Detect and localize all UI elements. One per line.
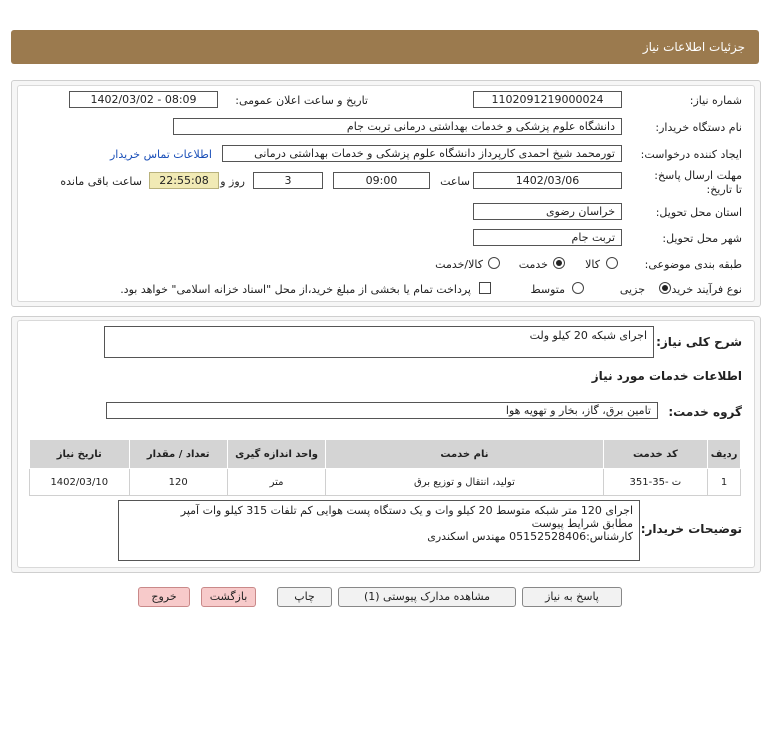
page-title: جزئیات اطلاعات نیاز	[642, 40, 745, 54]
creator-field: تورمحمد شیخ احمدی کارپرداز دانشگاه علوم …	[222, 145, 622, 162]
col-unit: واحد اندازه گیری	[226, 439, 327, 469]
services-heading: اطلاعات خدمات مورد نیاز	[591, 369, 742, 383]
announce-label: تاریخ و ساعت اعلان عمومی:	[235, 94, 368, 107]
remaining-time-label: ساعت باقی مانده	[60, 175, 142, 188]
buyer-field: دانشگاه علوم پزشکی و خدمات بهداشتی درمان…	[173, 118, 622, 135]
need-number-label: شماره نیاز:	[689, 94, 742, 107]
category-option-service: خدمت	[518, 258, 548, 271]
deadline-time-label: ساعت	[440, 175, 470, 188]
city-field: تربت جام	[473, 229, 622, 246]
cell-code: ت -35-351	[602, 468, 709, 496]
summary-field: اجرای شبکه 20 کیلو ولت	[104, 326, 654, 358]
purchase-option-medium: متوسط	[530, 283, 565, 296]
summary-label: شرح کلی نیاز:	[656, 335, 742, 349]
purchase-label: نوع فرآیند خرید :	[664, 283, 742, 296]
buyer-label: نام دستگاه خریدار:	[655, 121, 742, 134]
deadline-days-label: روز و	[220, 175, 245, 188]
services-table: ردیف کد خدمت نام خدمت واحد اندازه گیری ت…	[29, 439, 741, 496]
buyer-notes-line-3: کارشناس:05152528406 مهندس اسکندری	[427, 530, 633, 543]
buyer-notes-label: توضیحات خریدار:	[640, 522, 742, 536]
category-radio-goods-service[interactable]	[488, 257, 500, 269]
purchase-radio-medium[interactable]	[572, 282, 584, 294]
category-radio-goods[interactable]	[606, 257, 618, 269]
buyer-notes-line-1: اجرای 120 متر شبکه متوسط 20 کیلو وات و ی…	[180, 504, 633, 517]
service-group-field: تامین برق، گاز، بخار و تهویه هوا	[106, 402, 658, 419]
reply-button[interactable]: پاسخ به نیاز	[522, 587, 622, 607]
cell-qty: 120	[128, 468, 228, 496]
buyer-contact-link[interactable]: اطلاعات تماس خریدار	[110, 148, 212, 161]
buyer-notes-field: اجرای 120 متر شبکه متوسط 20 کیلو وات و ی…	[118, 500, 640, 561]
attachments-button[interactable]: مشاهده مدارک پیوستی (1)	[338, 587, 516, 607]
treasury-note: پرداخت تمام یا بخشی از مبلغ خرید،از محل …	[120, 283, 471, 296]
purchase-option-minor: جزیی	[619, 283, 645, 296]
buyer-notes-line-2: مطابق شرایط پیوست	[531, 517, 633, 530]
province-field: خراسان رضوی	[473, 203, 622, 220]
category-option-goods-service: کالا/خدمت	[435, 258, 483, 271]
remaining-time-field: 22:55:08	[149, 172, 219, 189]
category-option-goods: کالا	[585, 258, 600, 271]
service-group-label: گروه خدمت:	[668, 405, 742, 419]
treasury-checkbox[interactable]	[479, 282, 491, 294]
cell-name: تولید، انتقال و توزیع برق	[325, 468, 604, 496]
deadline-label: مهلت ارسال پاسخ: تا تاریخ:	[654, 169, 742, 196]
deadline-time-field: 09:00	[333, 172, 430, 189]
category-label: طبقه بندی موضوعی:	[644, 258, 742, 271]
table-header-row: ردیف کد خدمت نام خدمت واحد اندازه گیری ت…	[29, 439, 741, 469]
summary-text: اجرای شبکه 20 کیلو ولت	[529, 329, 647, 342]
page-header: جزئیات اطلاعات نیاز	[11, 30, 759, 64]
col-name: نام خدمت	[325, 439, 604, 469]
purchase-radio-minor[interactable]	[659, 282, 671, 294]
back-button[interactable]: بازگشت	[201, 587, 256, 607]
cell-row: 1	[707, 468, 741, 496]
category-radio-service[interactable]	[553, 257, 565, 269]
exit-button[interactable]: خروج	[138, 587, 190, 607]
services-table-wrap: ردیف کد خدمت نام خدمت واحد اندازه گیری ت…	[29, 439, 741, 496]
announce-field: 1402/03/02 - 08:09	[69, 91, 218, 108]
deadline-days-field: 3	[253, 172, 323, 189]
table-row: 1 ت -35-351 تولید، انتقال و توزیع برق مت…	[29, 468, 741, 496]
print-button[interactable]: چاپ	[277, 587, 332, 607]
col-date: تاریخ نیاز	[29, 439, 130, 469]
cell-unit: متر	[226, 468, 327, 496]
col-code: کد خدمت	[602, 439, 709, 469]
city-label: شهر محل تحویل:	[662, 232, 742, 245]
creator-label: ایجاد کننده درخواست:	[640, 148, 742, 161]
need-number-field: 1102091219000024	[473, 91, 622, 108]
province-label: استان محل تحویل:	[655, 206, 742, 219]
deadline-date-field: 1402/03/06	[473, 172, 622, 189]
cell-date: 1402/03/10	[29, 468, 130, 496]
col-row: ردیف	[707, 439, 741, 469]
col-qty: تعداد / مقدار	[128, 439, 228, 469]
